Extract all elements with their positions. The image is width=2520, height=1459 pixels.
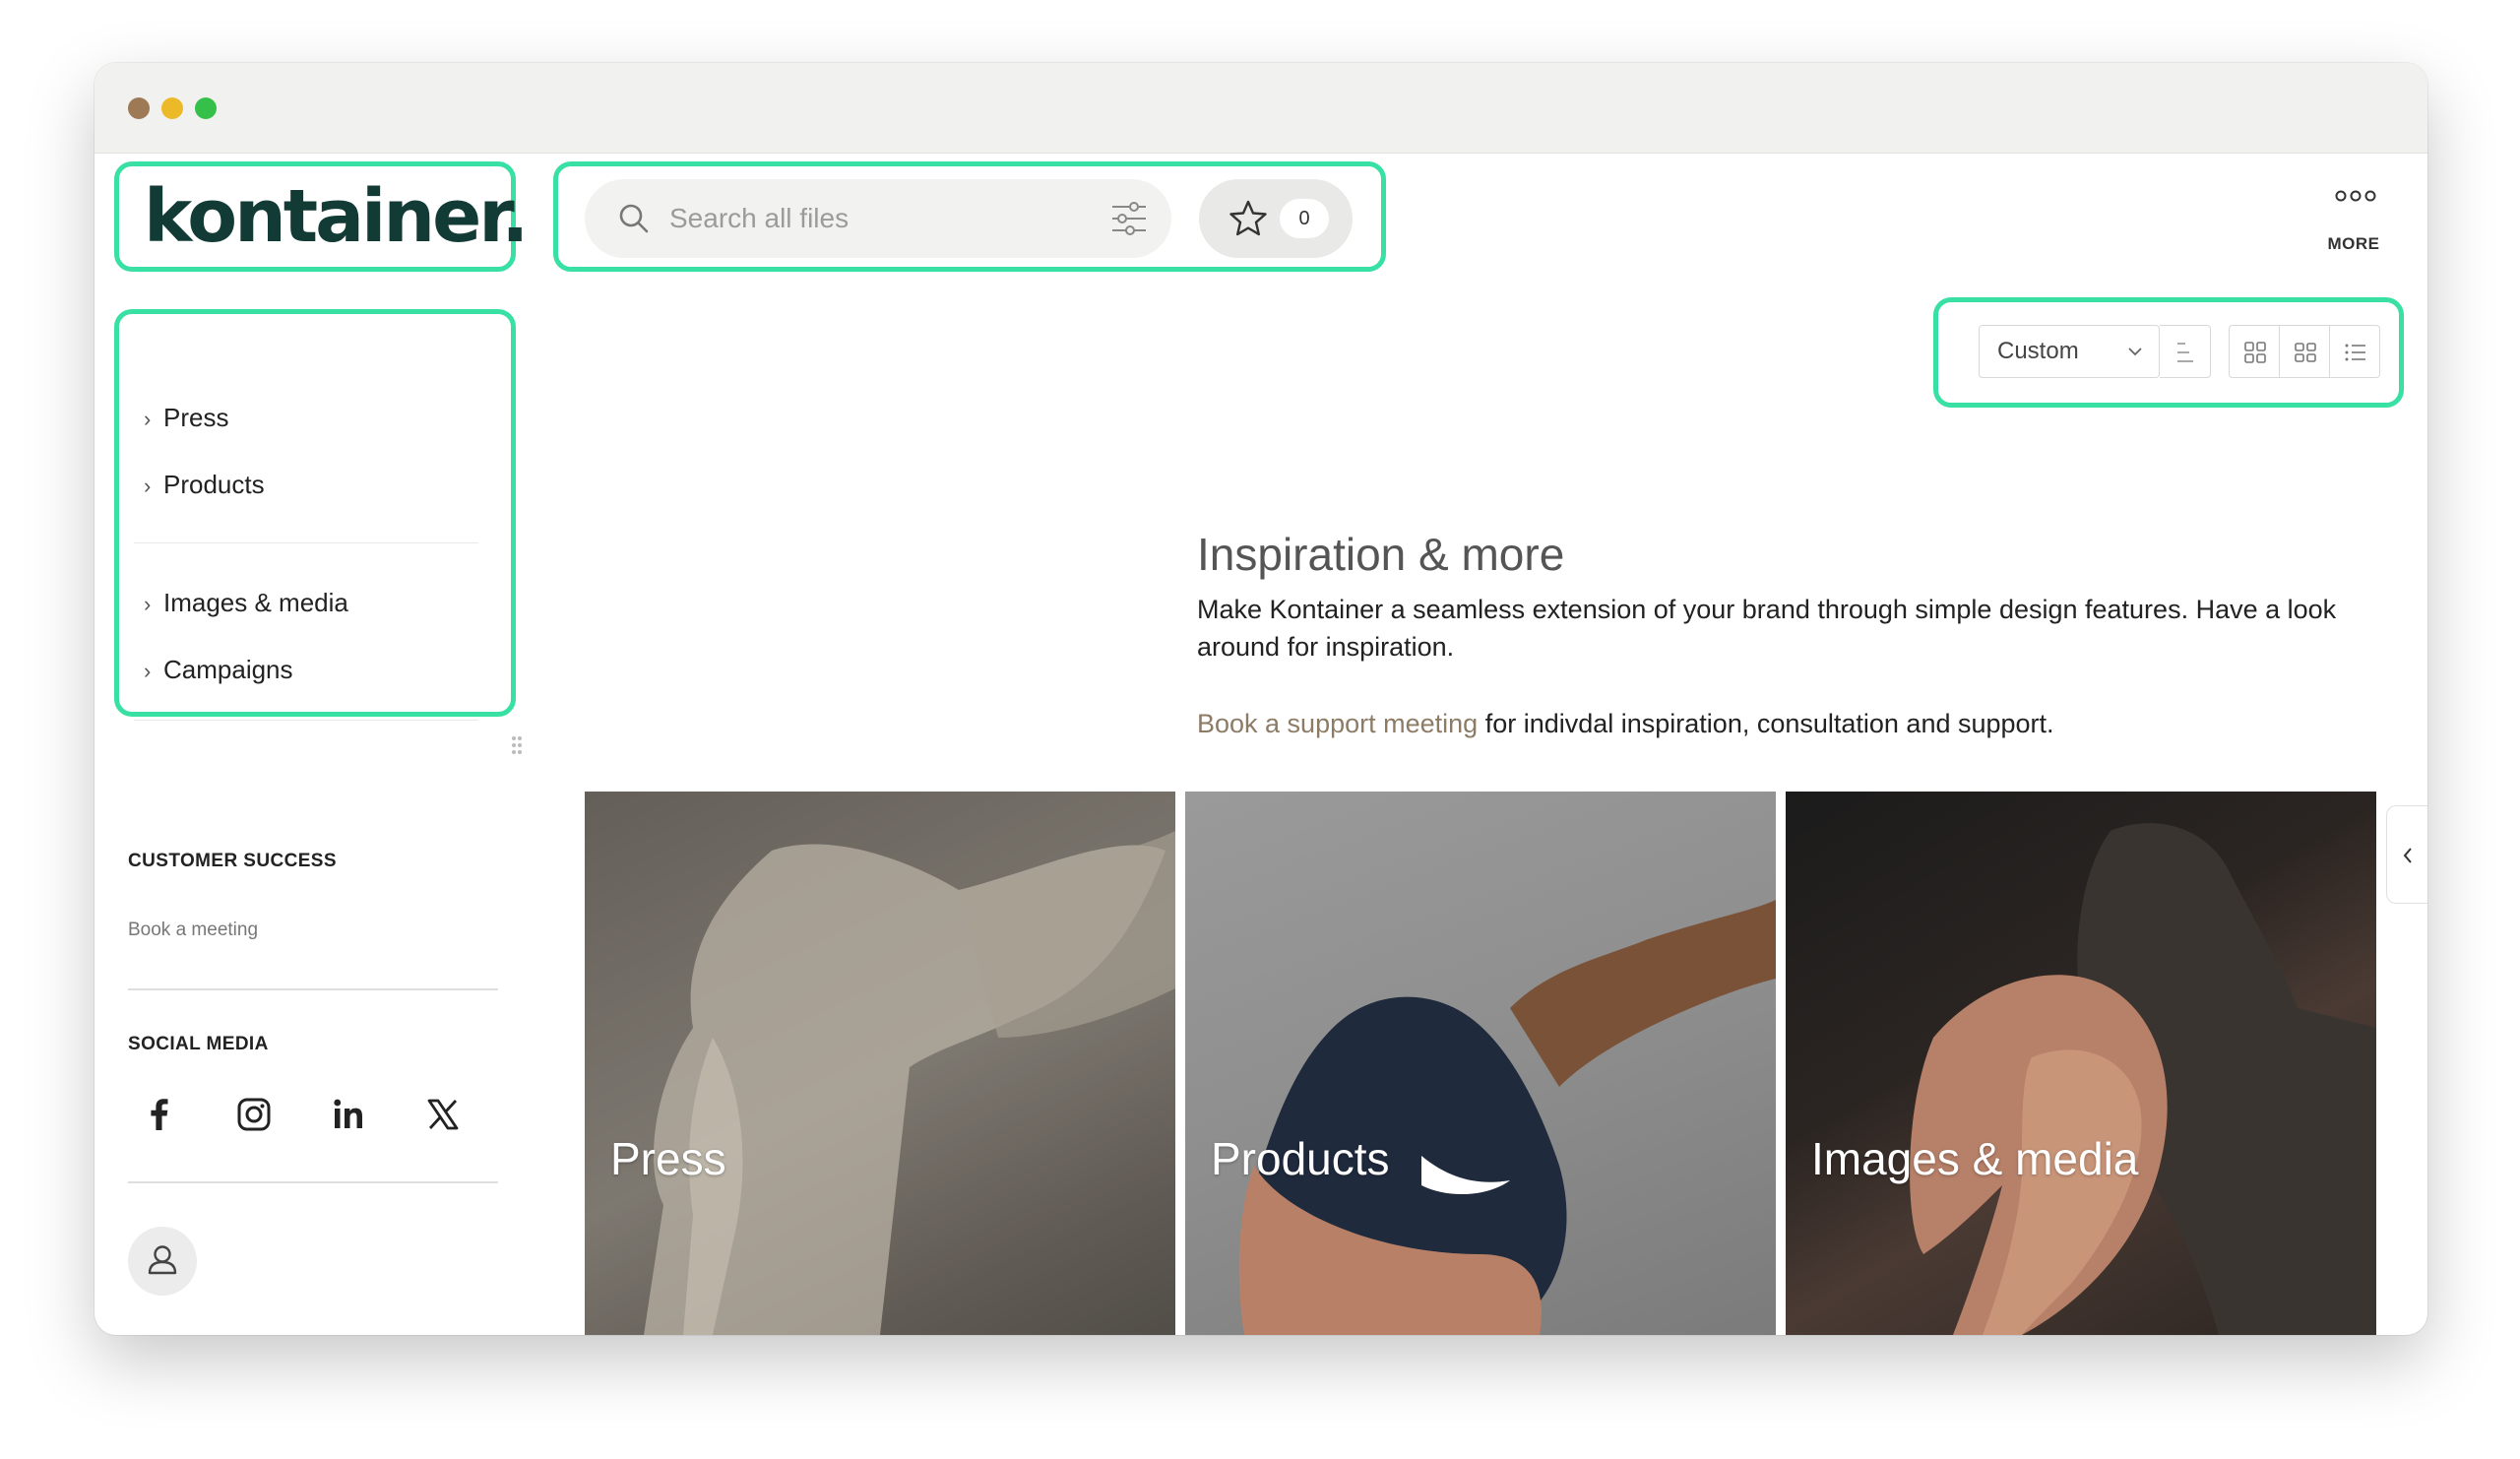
chevron-right-icon: › (144, 592, 152, 616)
linkedin-icon[interactable] (327, 1093, 370, 1136)
large-grid-view-button[interactable] (2229, 325, 2280, 378)
hero-title: Inspiration & more (1197, 529, 1565, 580)
folder-tile-products[interactable]: Products (1185, 792, 1776, 1335)
filter-sliders-icon[interactable] (1108, 197, 1150, 240)
hero-description: Make Kontainer a seamless extension of y… (1197, 595, 2337, 662)
nav-item-label: Campaigns (163, 655, 293, 684)
folder-tile-press[interactable]: Press (585, 792, 1175, 1335)
browser-window: kontainer. 0 MORE › Press › Products › Imag… (94, 63, 2427, 1335)
star-icon (1229, 200, 1267, 236)
collapse-panel-button[interactable] (2386, 805, 2427, 904)
nav-item-products[interactable]: › Products (144, 463, 265, 506)
user-avatar-button[interactable] (128, 1227, 197, 1296)
social-media-heading: SOCIAL MEDIA (128, 1034, 269, 1054)
more-dots-icon[interactable] (2335, 189, 2376, 203)
book-meeting-link[interactable]: Book a meeting (128, 920, 258, 941)
sort-select-value: Custom (1997, 338, 2079, 364)
list-icon (2345, 344, 2365, 361)
nav-item-label: Press (163, 403, 229, 432)
title-bar (94, 63, 2427, 154)
tile-label: Products (1211, 1133, 1390, 1184)
nav-divider (134, 542, 478, 543)
chevron-left-icon (2403, 848, 2412, 863)
grid-large-icon (2244, 342, 2266, 363)
grid-small-icon (2295, 343, 2316, 362)
x-twitter-icon[interactable] (421, 1093, 465, 1136)
small-grid-view-button[interactable] (2279, 325, 2330, 378)
sort-order-icon (2177, 343, 2193, 362)
minimize-window-button[interactable] (161, 97, 183, 119)
list-view-button[interactable] (2329, 325, 2380, 378)
nav-item-images-media[interactable]: › Images & media (144, 581, 348, 624)
nav-item-press[interactable]: › Press (144, 396, 228, 439)
nav-item-campaigns[interactable]: › Campaigns (144, 648, 293, 691)
support-meeting-text: for indivdal inspiration, consultation a… (1478, 709, 2054, 738)
sort-order-button[interactable] (2160, 325, 2211, 378)
close-window-button[interactable] (128, 97, 150, 119)
favorites-count-badge: 0 (1280, 199, 1329, 238)
user-icon (148, 1245, 177, 1275)
favorites-button[interactable] (1199, 179, 1353, 258)
resize-grip-icon[interactable] (510, 734, 524, 756)
athlete-photo (1910, 823, 2376, 1335)
nav-item-label: Products (163, 470, 265, 499)
kontainer-logo[interactable]: kontainer. (144, 177, 529, 256)
chevron-right-icon: › (144, 659, 152, 683)
search-icon (619, 204, 649, 233)
nav-divider (134, 720, 478, 721)
sneaker-photo (1238, 900, 1776, 1335)
book-support-meeting-link[interactable]: Book a support meeting (1197, 709, 1478, 738)
sidebar-divider (128, 988, 498, 990)
tile-label: Images & media (1811, 1133, 2139, 1184)
chevron-down-icon (2128, 348, 2142, 356)
tile-label: Press (610, 1133, 726, 1184)
nav-item-label: Images & media (163, 588, 348, 617)
customer-success-heading: CUSTOMER SUCCESS (128, 851, 337, 871)
folder-tile-images-media[interactable]: Images & media (1786, 792, 2376, 1335)
more-button-label[interactable]: MORE (2300, 234, 2408, 254)
sort-select[interactable]: Custom (1979, 325, 2160, 378)
chevron-right-icon: › (144, 474, 152, 498)
zoom-window-button[interactable] (195, 97, 217, 119)
instagram-icon[interactable] (232, 1093, 276, 1136)
facebook-icon[interactable] (138, 1093, 181, 1136)
sidebar-divider (128, 1181, 498, 1183)
statue-photo (585, 792, 1175, 1335)
search-input[interactable] (669, 197, 1083, 240)
support-meeting-line: Book a support meeting for indivdal insp… (1197, 705, 2054, 742)
chevron-right-icon: › (144, 407, 152, 431)
